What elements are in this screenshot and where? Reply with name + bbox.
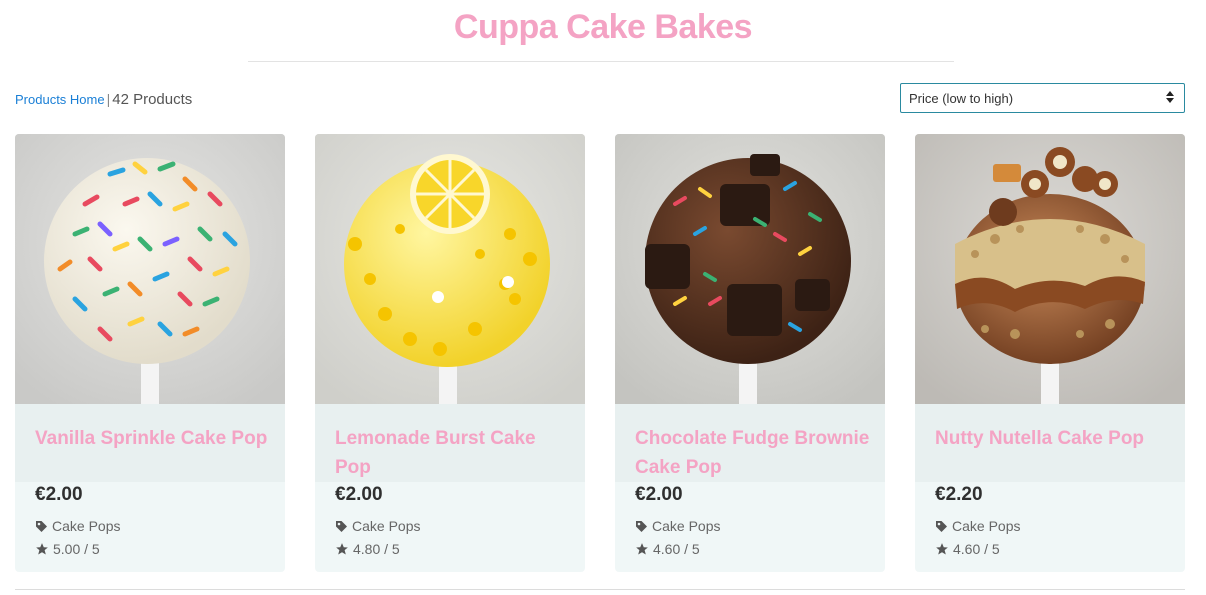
product-name[interactable]: Vanilla Sprinkle Cake Pop — [35, 424, 275, 453]
product-image[interactable] — [915, 134, 1185, 404]
breadcrumb: Products Home | 42 Products — [15, 91, 192, 108]
star-icon — [36, 543, 48, 555]
product-image[interactable] — [615, 134, 885, 404]
product-rating-value: 4.60 / 5 — [953, 541, 1000, 557]
tag-icon — [636, 521, 647, 532]
title-divider — [248, 61, 954, 62]
tag-icon — [336, 521, 347, 532]
bottom-divider — [15, 589, 1185, 590]
product-category[interactable]: Cake Pops — [335, 518, 420, 534]
product-category-label: Cake Pops — [52, 518, 121, 534]
product-image[interactable] — [315, 134, 585, 404]
product-category-label: Cake Pops — [952, 518, 1021, 534]
product-rating: 4.60 / 5 — [935, 541, 1000, 557]
sort-select-value: Price (low to high) — [909, 91, 1014, 106]
tag-icon — [36, 521, 47, 532]
site-title: Cuppa Cake Bakes — [453, 8, 753, 46]
product-name[interactable]: Nutty Nutella Cake Pop — [935, 424, 1175, 453]
tag-icon — [936, 521, 947, 532]
product-rating-value: 4.60 / 5 — [653, 541, 700, 557]
product-rating: 4.60 / 5 — [635, 541, 700, 557]
product-image[interactable] — [15, 134, 285, 404]
product-price: €2.00 — [635, 484, 683, 505]
breadcrumb-separator: | — [106, 91, 111, 107]
product-price: €2.00 — [35, 484, 83, 505]
product-card[interactable]: Vanilla Sprinkle Cake Pop €2.00 Cake Pop… — [15, 134, 285, 572]
sort-arrows-icon — [1166, 91, 1174, 105]
product-rating-value: 5.00 / 5 — [53, 541, 100, 557]
product-category[interactable]: Cake Pops — [635, 518, 720, 534]
product-category-label: Cake Pops — [652, 518, 721, 534]
product-name[interactable]: Lemonade Burst Cake Pop — [335, 424, 575, 482]
product-category-label: Cake Pops — [352, 518, 421, 534]
product-price: €2.00 — [335, 484, 383, 505]
products-home-link[interactable]: Products Home — [15, 92, 105, 107]
star-icon — [936, 543, 948, 555]
product-name[interactable]: Chocolate Fudge Brownie Cake Pop — [635, 424, 875, 482]
product-price: €2.20 — [935, 484, 983, 505]
product-card[interactable]: Nutty Nutella Cake Pop €2.20 Cake Pops 4… — [915, 134, 1185, 572]
product-category[interactable]: Cake Pops — [35, 518, 120, 534]
star-icon — [636, 543, 648, 555]
product-card[interactable]: Chocolate Fudge Brownie Cake Pop €2.00 C… — [615, 134, 885, 572]
product-rating: 4.80 / 5 — [335, 541, 400, 557]
product-rating: 5.00 / 5 — [35, 541, 100, 557]
star-icon — [336, 543, 348, 555]
product-grid: Vanilla Sprinkle Cake Pop €2.00 Cake Pop… — [15, 134, 1185, 572]
product-card[interactable]: Lemonade Burst Cake Pop €2.00 Cake Pops … — [315, 134, 585, 572]
product-count: 42 Products — [112, 91, 193, 108]
toolbar: Products Home | 42 Products Price (low to … — [15, 83, 1185, 120]
product-category[interactable]: Cake Pops — [935, 518, 1020, 534]
product-rating-value: 4.80 / 5 — [353, 541, 400, 557]
sort-select[interactable]: Price (low to high) — [900, 83, 1185, 113]
